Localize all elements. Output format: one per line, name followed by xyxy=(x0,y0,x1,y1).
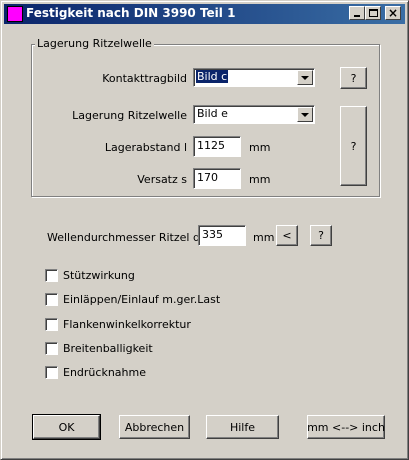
bearing-combo[interactable]: Bild e xyxy=(193,105,315,124)
title-bar[interactable]: Festigkeit nach DIN 3990 Teil 1 × xyxy=(4,4,405,24)
close-icon: × xyxy=(387,6,399,20)
checkbox-label: Endrücknahme xyxy=(63,366,146,379)
contact-pattern-label: Kontakttragbild xyxy=(102,72,187,85)
bearing-distance-unit: mm xyxy=(249,141,271,154)
groupbox-label: Lagerung Ritzelwelle xyxy=(35,37,154,50)
help-button[interactable]: Hilfe xyxy=(206,415,279,439)
maximize-icon xyxy=(368,9,378,17)
dialog-window: Festigkeit nach DIN 3990 Teil 1 × Lageru… xyxy=(0,0,409,460)
minimize-button[interactable] xyxy=(349,6,365,20)
app-icon xyxy=(7,6,23,22)
shaft-diameter-unit: mm xyxy=(253,231,275,244)
bearing-label: Lagerung Ritzelwelle xyxy=(72,109,187,122)
bearing-value: Bild e xyxy=(197,107,228,120)
contact-pattern-combo[interactable]: Bild c xyxy=(193,68,315,87)
help-button-label: Hilfe xyxy=(229,420,256,434)
checkbox-breitenballigkeit[interactable] xyxy=(45,342,58,355)
checkbox-stuetzwirkung[interactable] xyxy=(45,269,58,282)
contact-pattern-help-button[interactable]: ? xyxy=(340,67,367,89)
minimize-icon xyxy=(354,15,360,17)
offset-unit: mm xyxy=(249,173,271,186)
window-title: Festigkeit nach DIN 3990 Teil 1 xyxy=(26,6,236,20)
contact-pattern-value: Bild c xyxy=(196,70,229,83)
shaft-diameter-help-button[interactable]: ? xyxy=(310,225,332,246)
shaft-diameter-label: Wellendurchmesser Ritzel dsh xyxy=(47,231,213,244)
checkbox-einlaeppen[interactable] xyxy=(45,293,58,306)
maximize-button[interactable] xyxy=(365,6,381,20)
dropdown-arrow-icon[interactable] xyxy=(297,70,313,85)
dropdown-arrow-icon[interactable] xyxy=(297,107,313,122)
cancel-button[interactable]: Abbrechen xyxy=(119,415,190,439)
shaft-diameter-less-button[interactable]: < xyxy=(276,225,298,246)
checkbox-flankenwinkelkorrektur[interactable] xyxy=(45,318,58,331)
checkbox-endruecknahme[interactable] xyxy=(45,366,58,379)
units-toggle-button[interactable]: mm <--> inch xyxy=(307,415,385,439)
offset-input[interactable]: 170 xyxy=(193,168,241,189)
checkbox-label: Breitenballigkeit xyxy=(63,342,153,355)
bearing-distance-label: Lagerabstand l xyxy=(104,141,187,154)
bearing-help-button[interactable]: ? xyxy=(340,106,367,186)
checkbox-label: Einläppen/Einlauf m.ger.Last xyxy=(63,293,221,306)
offset-label: Versatz s xyxy=(137,173,187,186)
bearing-distance-input[interactable]: 1125 xyxy=(193,136,241,157)
ok-button[interactable]: OK xyxy=(32,414,101,440)
shaft-diameter-input[interactable]: 335 xyxy=(198,225,246,246)
checkbox-label: Flankenwinkelkorrektur xyxy=(63,318,191,331)
close-button[interactable]: × xyxy=(385,6,401,20)
checkbox-label: Stützwirkung xyxy=(63,269,135,282)
